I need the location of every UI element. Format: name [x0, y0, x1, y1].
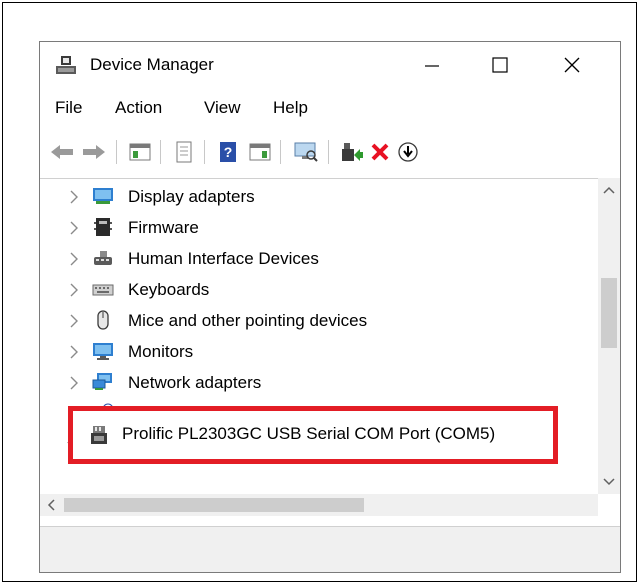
scan-hardware-icon [294, 142, 318, 162]
monitor-icon [93, 343, 113, 360]
help-button[interactable]: ? [214, 138, 242, 166]
chevron-right-icon[interactable] [66, 212, 82, 243]
chevron-right-icon[interactable] [66, 367, 82, 398]
minimize-button[interactable] [400, 42, 464, 88]
vertical-scrollbar[interactable] [598, 178, 620, 494]
menu-file[interactable]: File [51, 96, 86, 120]
tree-item-label: Firmware [128, 218, 199, 237]
title-bar[interactable]: Device Manager [40, 42, 620, 88]
chevron-right-icon[interactable] [66, 336, 82, 367]
scroll-up-button[interactable] [598, 178, 620, 202]
tree-item-human-interface-devices[interactable]: Human Interface Devices [40, 243, 600, 274]
svg-text:?: ? [224, 144, 233, 160]
properties-button[interactable] [170, 138, 198, 166]
toolbar: ? [40, 134, 620, 170]
toolbar-separator [280, 140, 281, 164]
tree-item-monitors[interactable]: Monitors [40, 336, 600, 367]
toolbar-separator [160, 140, 161, 164]
update-driver-icon [342, 143, 363, 161]
keyboard-icon [92, 284, 114, 296]
chevron-right-icon[interactable] [66, 274, 82, 305]
scroll-left-button[interactable] [40, 494, 62, 516]
tree-item-firmware[interactable]: Firmware [40, 212, 600, 243]
mouse-icon [97, 310, 109, 330]
show-hide-tree-button[interactable] [126, 138, 154, 166]
close-button[interactable] [540, 42, 604, 88]
device-manager-icon [56, 56, 76, 74]
tree-item-network-adapters[interactable]: Network adapters [40, 367, 600, 398]
serial-port-icon [91, 426, 107, 444]
close-icon [564, 57, 580, 73]
action-pane-icon [249, 143, 271, 161]
maximize-button[interactable] [468, 42, 532, 88]
show-hide-tree-icon [129, 143, 151, 161]
firmware-icon [94, 218, 112, 236]
action-pane-button[interactable] [246, 138, 274, 166]
toolbar-separator [204, 140, 205, 164]
device-manager-window: Device Manager File Action View Help ? D… [39, 41, 621, 573]
chevron-up-icon [603, 186, 615, 194]
back-arrow-icon [51, 145, 73, 159]
back-button[interactable] [48, 138, 76, 166]
maximize-icon [492, 57, 508, 73]
tree-item-label: Human Interface Devices [128, 249, 319, 268]
chevron-down-icon [603, 478, 615, 486]
tree-item-label: Keyboards [128, 280, 210, 299]
forward-button[interactable] [80, 138, 108, 166]
chevron-right-icon[interactable] [66, 181, 82, 212]
tree-item-label: Display adapters [128, 187, 255, 206]
toolbar-separator [116, 140, 117, 164]
minimize-icon [425, 65, 439, 67]
tree-item-label: Mice and other pointing devices [128, 311, 368, 330]
scan-hardware-button[interactable] [292, 138, 320, 166]
tree-item-label: Monitors [128, 342, 194, 361]
menu-help[interactable]: Help [269, 96, 312, 120]
toolbar-separator [328, 140, 329, 164]
enable-device-button[interactable] [394, 138, 422, 166]
chevron-left-icon [47, 499, 55, 511]
properties-icon [176, 141, 192, 163]
tree-item-mice-and-other-pointing-devices[interactable]: Mice and other pointing devices [40, 305, 600, 336]
scroll-down-button[interactable] [598, 470, 620, 494]
update-driver-button[interactable] [338, 138, 366, 166]
horizontal-scrollbar[interactable] [40, 494, 598, 516]
tree-item-label: Prolific PL2303GC USB Serial COM Port (C… [122, 424, 496, 443]
menu-view[interactable]: View [200, 96, 245, 120]
vertical-scroll-thumb[interactable] [601, 278, 617, 348]
status-bar [40, 526, 620, 572]
tree-item-prolific-com-port[interactable]: Prolific PL2303GC USB Serial COM Port (C… [78, 417, 548, 451]
network-adapter-icon [92, 373, 112, 390]
enable-device-icon [398, 142, 418, 162]
help-icon: ? [220, 142, 236, 162]
forward-arrow-icon [83, 145, 105, 159]
horizontal-scroll-thumb[interactable] [64, 498, 364, 512]
window-title: Device Manager [90, 55, 214, 74]
menu-action[interactable]: Action [111, 96, 166, 120]
tree-item-label: Network adapters [128, 373, 262, 392]
screenshot-frame: Device Manager File Action View Help ? D… [2, 2, 637, 582]
chevron-right-icon[interactable] [66, 243, 82, 274]
uninstall-button[interactable] [366, 138, 394, 166]
menu-bar: File Action View Help [40, 94, 620, 122]
tree-item-keyboards[interactable]: Keyboards [40, 274, 600, 305]
uninstall-icon [371, 143, 389, 161]
chevron-right-icon[interactable] [66, 305, 82, 336]
tree-item-display-adapters[interactable]: Display adapters [40, 181, 600, 212]
hid-icon [94, 251, 112, 265]
display-adapter-icon [93, 188, 113, 204]
